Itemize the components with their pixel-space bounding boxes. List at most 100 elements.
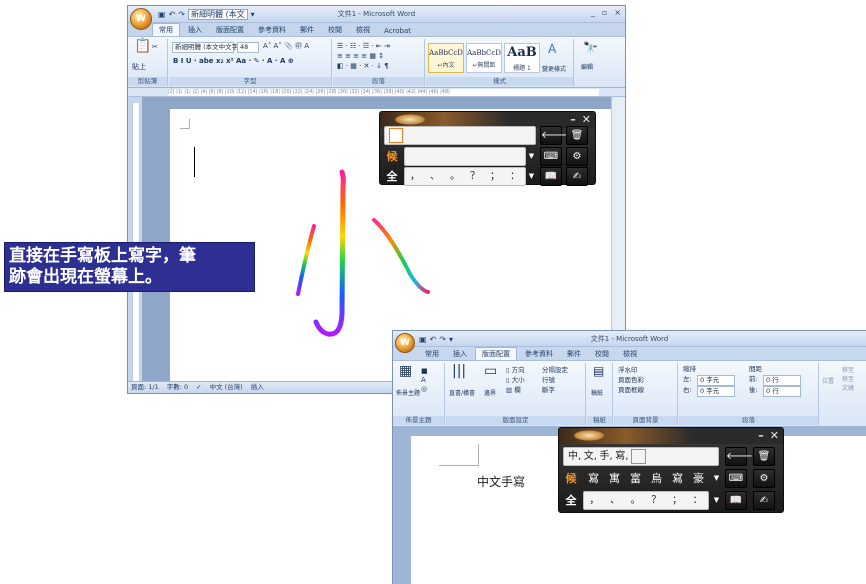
tab2-view[interactable]: 檢視	[617, 348, 643, 360]
office-button-2[interactable]: W	[395, 333, 415, 353]
dictionary-button[interactable]: 📖	[540, 167, 562, 186]
themes-button[interactable]: 佈景主題	[396, 389, 420, 398]
candidate-dropdown-icon[interactable]: ▼	[526, 147, 537, 166]
symbol-enum-comma[interactable]: 、	[430, 168, 440, 185]
tab2-insert[interactable]: 插入	[447, 348, 473, 360]
text-direction-button[interactable]: 直書/橫書	[449, 389, 475, 398]
candidate-2[interactable]: 寓	[609, 469, 620, 488]
paste-icon[interactable]: 📋	[134, 39, 151, 53]
symbol-comma[interactable]: ，	[410, 168, 420, 185]
ime-minimize-icon-2[interactable]: –	[758, 429, 764, 442]
tab-acrobat[interactable]: Acrobat	[378, 26, 417, 36]
symbol2-comma[interactable]: ，	[589, 492, 599, 509]
delete-button-2[interactable]: 🗑	[753, 447, 775, 466]
paste-button[interactable]: 貼上	[132, 63, 146, 72]
indent-right-input[interactable]: 0 字元	[697, 386, 735, 397]
candidate-dropdown-icon-2[interactable]: ▼	[711, 469, 722, 488]
format-buttons[interactable]: B I U · abe x₂ x² Aa · ✎ · A · A ⊕	[173, 57, 294, 66]
text-wrap-button[interactable]: 文繞	[842, 384, 854, 393]
symbol-dropdown-icon[interactable]: ▼	[526, 167, 537, 186]
keyboard-button-2[interactable]: ⌨	[725, 469, 747, 488]
tab-mailings[interactable]: 郵件	[294, 24, 320, 36]
delete-button[interactable]: 🗑	[566, 126, 588, 145]
symbol-period[interactable]: 。	[450, 168, 460, 185]
symbol-semicolon[interactable]: ；	[490, 168, 500, 185]
status-language[interactable]: 中文 (台灣)	[210, 382, 243, 393]
candidate-list[interactable]	[404, 147, 526, 166]
cut-icon[interactable]: ✂	[152, 43, 158, 52]
spacing-before-input[interactable]: 0 行	[763, 375, 801, 386]
send-backward-button[interactable]: 移至	[842, 375, 854, 384]
spacing-after-input[interactable]: 0 行	[763, 386, 801, 397]
tab-view[interactable]: 檢視	[350, 24, 376, 36]
change-styles-button[interactable]: 變更樣式	[542, 65, 566, 74]
tab2-review[interactable]: 校閱	[589, 348, 615, 360]
ime-compose-field[interactable]	[384, 126, 536, 145]
style-no-spacing[interactable]: AaBbCcD ↵無間距	[466, 43, 502, 73]
margins-icon[interactable]: ▭	[484, 364, 497, 378]
orientation-button[interactable]: ▯ 方向	[506, 366, 525, 375]
watermark-button[interactable]: 浮水印	[618, 366, 638, 375]
grow-font-icon[interactable]: A˄ A˅ 📎 ㊞ A	[263, 42, 309, 51]
page-color-button[interactable]: 頁面色彩	[618, 376, 644, 385]
settings-button-2[interactable]: ⚙	[753, 469, 775, 488]
symbol2-colon[interactable]: ：	[693, 492, 703, 509]
tab2-page-layout[interactable]: 版面配置	[475, 347, 517, 360]
font-name-box[interactable]: 新細明體 (本文中文字	[172, 42, 238, 53]
symbol2-semicolon[interactable]: ；	[672, 492, 682, 509]
symbol2-period[interactable]: 。	[631, 492, 641, 509]
tab-page-layout[interactable]: 版面配置	[210, 24, 250, 36]
tab2-mailings[interactable]: 郵件	[561, 348, 587, 360]
backspace-button[interactable]: 🡐	[540, 126, 568, 145]
theme-colors-icon[interactable]: ■ A ◎	[421, 367, 428, 394]
manuscript-icon[interactable]: ▤	[593, 365, 604, 377]
ime-minimize-icon[interactable]: –	[570, 113, 576, 126]
text-direction-icon[interactable]: |||	[452, 364, 466, 378]
candidate-1[interactable]: 寫	[588, 469, 599, 488]
handwriting-ime-panel-2[interactable]: – ✕ 中, 文, 手, 寫, 🡐 🗑 候 寫 寓 富 烏 寫 豪 ▼ ⌨ ⚙ …	[558, 427, 784, 513]
settings-button[interactable]: ⚙	[566, 147, 588, 166]
tab-review[interactable]: 校閱	[322, 24, 348, 36]
backspace-button-2[interactable]: 🡐	[725, 447, 753, 466]
position-button[interactable]: 位置	[822, 377, 834, 386]
align-buttons[interactable]: ≡ ≡ ≡ ≡ ▦ ↕	[337, 52, 384, 61]
close-icon[interactable]: ×	[614, 8, 621, 17]
page-borders-button[interactable]: 頁面框線	[618, 386, 644, 395]
indent-left-input[interactable]: 0 字元	[697, 375, 735, 386]
themes-icon[interactable]: ▦	[399, 364, 412, 378]
bring-forward-button[interactable]: 移至	[842, 366, 854, 375]
candidate-5[interactable]: 寫	[672, 469, 683, 488]
symbol2-question[interactable]: ？	[651, 492, 661, 509]
handwriting-ime-panel[interactable]: – ✕ 🡐 🗑 候 ▼ ⌨ ⚙ 全 ， 、 。 ？ ； ： ▼ 📖 ✍	[379, 111, 596, 186]
ime-close-icon[interactable]: ✕	[582, 113, 591, 126]
size-button[interactable]: ▯ 大小	[506, 376, 525, 385]
ime-close-icon-2[interactable]: ✕	[770, 429, 779, 442]
tab-insert[interactable]: 插入	[182, 24, 208, 36]
shading-buttons[interactable]: ◧ · ▦ · ✕ · ↓ ¶	[337, 62, 389, 71]
symbol2-enum-comma[interactable]: 、	[610, 492, 620, 509]
minimize-icon[interactable]: _	[591, 8, 595, 17]
tab-references[interactable]: 參考資料	[252, 24, 292, 36]
candidate-6[interactable]: 豪	[693, 469, 704, 488]
symbol-colon[interactable]: ：	[510, 168, 520, 185]
list-buttons[interactable]: ☰ · ☷ · ☲ · ⇤ ⇥	[337, 42, 390, 51]
tab2-home[interactable]: 常用	[419, 348, 445, 360]
candidate-4[interactable]: 烏	[651, 469, 662, 488]
pen-button-2[interactable]: ✍	[753, 491, 775, 510]
candidate-3[interactable]: 富	[630, 469, 641, 488]
dictionary-button-2[interactable]: 📖	[725, 491, 747, 510]
office-button[interactable]: W	[130, 8, 152, 30]
breaks-button[interactable]: 分隔設定	[542, 366, 568, 375]
status-mode[interactable]: 插入	[251, 382, 264, 393]
tab-home[interactable]: 常用	[152, 23, 180, 36]
status-page[interactable]: 頁面: 1/1	[131, 382, 159, 393]
maximize-icon[interactable]: ▫	[602, 8, 607, 17]
editing-button[interactable]: 編輯	[581, 63, 593, 72]
find-icon[interactable]: 🔭	[583, 42, 598, 54]
style-normal[interactable]: AaBbCcD ↵內文	[428, 43, 464, 73]
pen-button[interactable]: ✍	[566, 167, 588, 186]
proofing-icon[interactable]: ✓	[196, 382, 201, 393]
font-size-box[interactable]: 48	[237, 42, 259, 53]
keyboard-button[interactable]: ⌨	[540, 147, 562, 166]
tab2-references[interactable]: 參考資料	[519, 348, 559, 360]
